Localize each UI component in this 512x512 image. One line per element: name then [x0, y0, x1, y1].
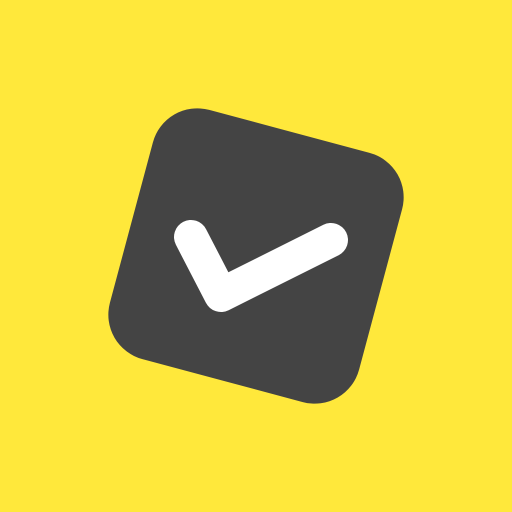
checkbox-checked-icon	[108, 108, 404, 404]
checkbox-tile	[108, 108, 404, 404]
app-icon	[0, 0, 512, 512]
